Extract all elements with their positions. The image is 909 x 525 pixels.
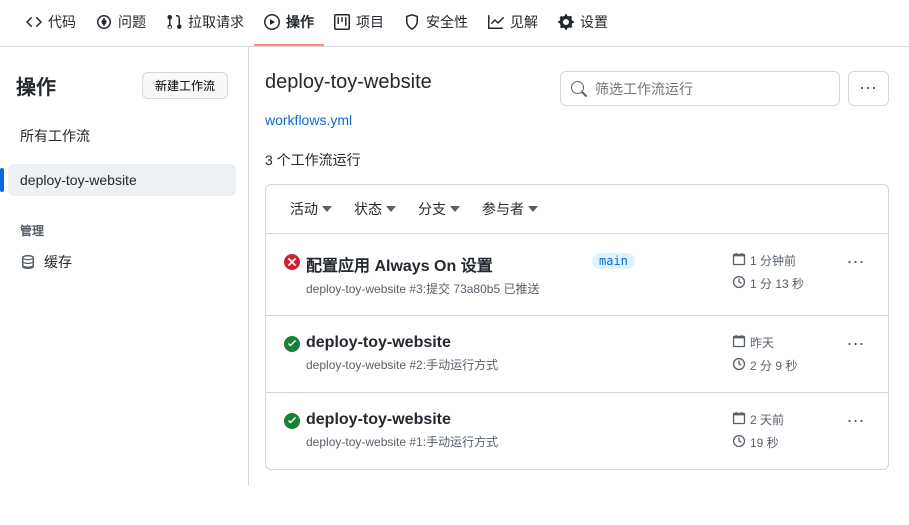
run-subtitle: deploy-toy-website #1:手动运行方式	[306, 433, 592, 450]
run-duration: 19 秒	[732, 434, 842, 451]
play-icon	[264, 14, 280, 30]
nav-pulls[interactable]: 拉取请求	[156, 0, 254, 46]
calendar-icon	[732, 334, 746, 351]
run-count: 3 个工作流运行	[265, 150, 889, 170]
run-duration: 2 分 9 秒	[732, 357, 842, 374]
run-title: deploy-toy-website	[306, 334, 592, 352]
nav-settings[interactable]: 设置	[548, 0, 618, 46]
sidebar-title: 操作	[16, 71, 56, 100]
check-circle-icon	[284, 336, 306, 355]
sidebar-management-heading: 管理	[8, 216, 236, 245]
run-row[interactable]: 配置应用 Always On 设置 deploy-toy-website #3:提…	[266, 234, 888, 316]
workflow-title: deploy-toy-website	[265, 71, 432, 94]
run-time: 2 天前	[732, 411, 842, 428]
run-subtitle: deploy-toy-website #3:提交 73a80b5 已推送	[306, 280, 592, 297]
run-time: 昨天	[732, 334, 842, 351]
calendar-icon	[732, 411, 746, 428]
code-icon	[26, 14, 42, 30]
filter-activity[interactable]: 活动	[284, 199, 338, 219]
kebab-icon: ⋯	[859, 78, 878, 98]
nav-issues[interactable]: 问题	[86, 0, 156, 46]
runs-list: 活动 状态 分支 参与者 配置应用 Always On 设置 deploy-toy…	[265, 184, 889, 470]
sidebar: 操作 新建工作流 所有工作流 deploy-toy-website 管理 缓存	[0, 47, 248, 486]
run-menu-button[interactable]: ⋯	[847, 411, 866, 432]
project-icon	[334, 14, 350, 30]
run-menu-button[interactable]: ⋯	[847, 334, 866, 355]
pull-icon	[166, 14, 182, 30]
run-title: deploy-toy-website	[306, 411, 592, 429]
run-title: 配置应用 Always On 设置	[306, 252, 592, 276]
shield-icon	[404, 14, 420, 30]
sidebar-all-workflows[interactable]: 所有工作流	[8, 118, 236, 154]
nav-actions[interactable]: 操作	[254, 0, 324, 46]
run-time: 1 分钟前	[732, 252, 842, 269]
run-branch: main	[592, 252, 732, 269]
run-duration: 1 分 13 秒	[732, 275, 842, 292]
caret-down-icon	[528, 204, 538, 214]
filter-branch[interactable]: 分支	[412, 199, 466, 219]
workflow-menu-button[interactable]: ⋯	[848, 71, 889, 106]
workflow-yml-link[interactable]: workflows.yml	[265, 112, 352, 128]
run-subtitle: deploy-toy-website #2:手动运行方式	[306, 356, 592, 373]
gear-icon	[558, 14, 574, 30]
sidebar-workflow-deploy[interactable]: deploy-toy-website	[8, 164, 236, 196]
new-workflow-button[interactable]: 新建工作流	[142, 72, 228, 99]
nav-security[interactable]: 安全性	[394, 0, 478, 46]
run-row[interactable]: deploy-toy-website deploy-toy-website #2:…	[266, 316, 888, 393]
nav-insights[interactable]: 见解	[478, 0, 548, 46]
top-nav: 代码 问题 拉取请求 操作 项目 安全性 见解 设置	[0, 0, 909, 47]
check-circle-icon	[284, 413, 306, 432]
nav-code[interactable]: 代码	[16, 0, 86, 46]
calendar-icon	[732, 252, 746, 269]
issue-icon	[96, 14, 112, 30]
caret-down-icon	[450, 204, 460, 214]
search-input[interactable]	[595, 81, 829, 97]
filter-status[interactable]: 状态	[348, 199, 402, 219]
stopwatch-icon	[732, 275, 746, 292]
nav-projects[interactable]: 项目	[324, 0, 394, 46]
stopwatch-icon	[732, 434, 746, 451]
branch-pill[interactable]: main	[592, 253, 635, 269]
search-input-wrap[interactable]	[560, 71, 840, 106]
stopwatch-icon	[732, 357, 746, 374]
database-icon	[20, 254, 36, 270]
search-icon	[571, 81, 587, 97]
run-menu-button[interactable]: ⋯	[847, 252, 866, 273]
sidebar-cache[interactable]: 缓存	[8, 245, 236, 279]
caret-down-icon	[386, 204, 396, 214]
run-row[interactable]: deploy-toy-website deploy-toy-website #1:…	[266, 393, 888, 469]
filter-actor[interactable]: 参与者	[476, 199, 544, 219]
x-circle-icon	[284, 254, 306, 273]
graph-icon	[488, 14, 504, 30]
caret-down-icon	[322, 204, 332, 214]
filter-row: 活动 状态 分支 参与者	[266, 185, 888, 234]
content: deploy-toy-website ⋯ workflows.yml 3 个工作…	[248, 47, 909, 486]
